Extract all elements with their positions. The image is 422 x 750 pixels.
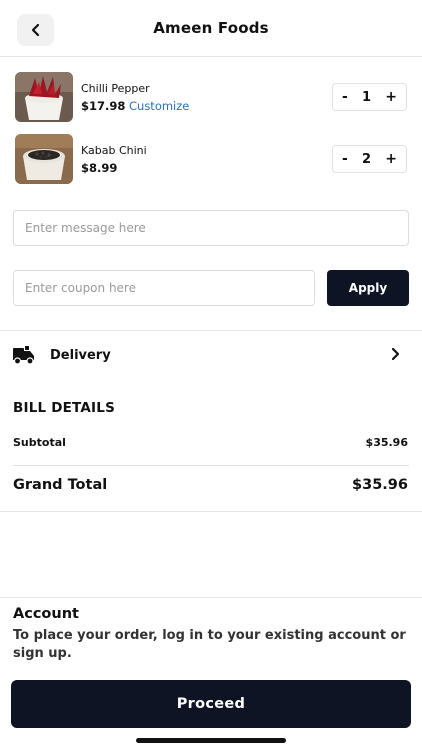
bill-divider <box>13 465 409 466</box>
header-bar: Ameen Foods <box>0 0 422 57</box>
item-price: $17.98 <box>81 99 126 113</box>
subtotal-label: Subtotal <box>13 436 66 449</box>
delivery-truck-icon <box>13 346 34 365</box>
message-input[interactable] <box>13 210 409 246</box>
quantity-value: 1 <box>362 89 372 105</box>
decrement-button[interactable]: - <box>342 90 348 104</box>
delivery-option-row[interactable]: Delivery <box>0 331 422 379</box>
item-name: Chilli Pepper <box>81 82 150 95</box>
bill-details-heading: BILL DETAILS <box>13 400 116 416</box>
customize-link[interactable]: Customize <box>129 99 189 113</box>
home-indicator <box>136 738 286 743</box>
increment-button[interactable]: + <box>385 152 397 166</box>
quantity-stepper: - 1 + <box>332 83 407 111</box>
page-title: Ameen Foods <box>153 19 269 37</box>
grand-total-label: Grand Total <box>13 477 108 493</box>
chilli-pepper-image <box>15 72 73 122</box>
subtotal-value: $35.96 <box>365 436 408 449</box>
decrement-button[interactable]: - <box>342 152 348 166</box>
chevron-right-icon <box>391 347 400 361</box>
cart-item: Chilli Pepper $17.98 Customize - 1 + <box>15 72 407 122</box>
quantity-value: 2 <box>362 151 372 167</box>
kabab-chini-image <box>15 134 73 184</box>
quantity-stepper: - 2 + <box>332 145 407 173</box>
section-divider <box>0 597 422 598</box>
coupon-input[interactable] <box>13 270 315 306</box>
account-description: To place your order, log in to your exis… <box>13 628 406 661</box>
grand-total-value: $35.96 <box>352 477 408 493</box>
increment-button[interactable]: + <box>385 90 397 104</box>
item-name: Kabab Chini <box>81 144 147 157</box>
apply-coupon-button[interactable]: Apply <box>327 270 409 306</box>
proceed-button[interactable]: Proceed <box>11 680 411 728</box>
account-heading: Account <box>13 606 79 622</box>
delivery-label: Delivery <box>50 348 111 363</box>
item-price: $8.99 <box>81 161 118 175</box>
section-divider <box>0 511 422 512</box>
cart-item: Kabab Chini $8.99 - 2 + <box>15 134 407 184</box>
